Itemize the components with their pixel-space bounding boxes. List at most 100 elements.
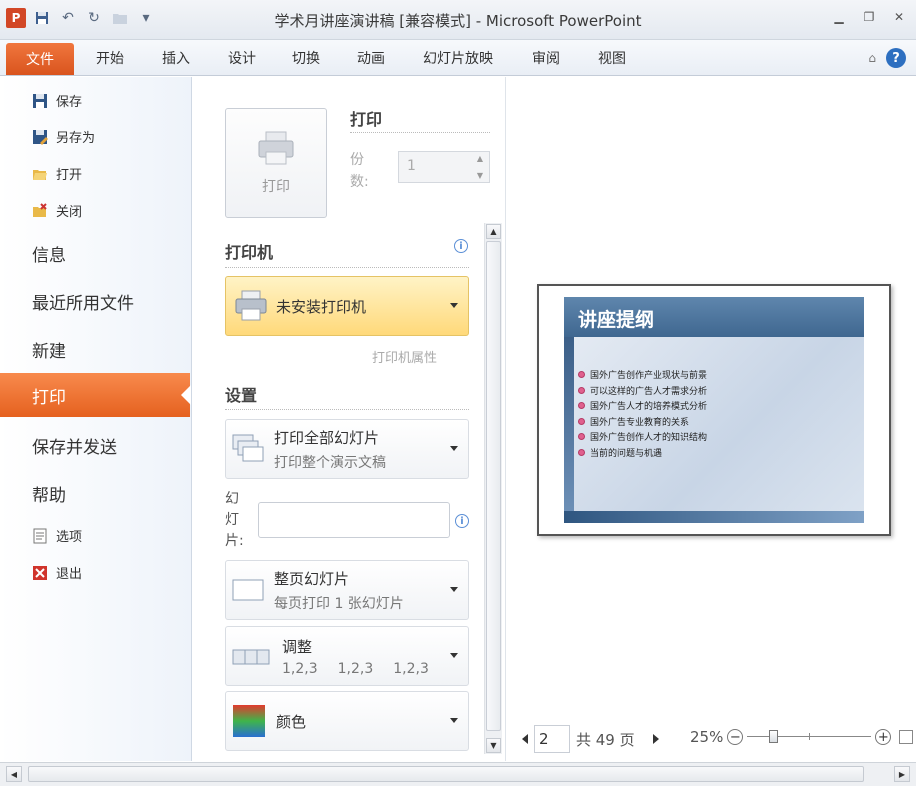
- scroll-down-icon[interactable]: ▼: [486, 738, 501, 753]
- scroll-up-icon[interactable]: ▲: [486, 224, 501, 239]
- previous-page-icon[interactable]: [522, 734, 528, 744]
- slides-input[interactable]: [258, 502, 450, 538]
- tab-slideshow[interactable]: 幻灯片放映: [423, 48, 493, 68]
- next-page-icon[interactable]: [652, 734, 659, 744]
- total-pages: 共 49 页: [576, 730, 635, 749]
- printer-dropdown[interactable]: 未安装打印机: [225, 276, 469, 336]
- copies-arrows[interactable]: ▲ ▼: [473, 154, 487, 180]
- layout-dropdown[interactable]: 整页幻灯片 每页打印 1 张幻灯片: [225, 560, 469, 620]
- stepper-up-icon[interactable]: ▲: [477, 154, 483, 163]
- layout-desc: 每页打印 1 张幻灯片: [274, 595, 404, 612]
- close-icon[interactable]: ✕: [890, 8, 908, 26]
- info-icon[interactable]: i: [454, 239, 468, 253]
- slide-preview-page: 讲座提纲 国外广告创作产业现状与前景 可以这样的广告人才需求分析 国外广告人才的…: [537, 284, 891, 536]
- scrollbar-thumb[interactable]: [28, 766, 864, 782]
- dropdown-arrow-icon: [450, 653, 458, 658]
- nav-print[interactable]: 打印: [0, 373, 191, 417]
- divider: [225, 409, 469, 410]
- nav-help[interactable]: 帮助: [32, 481, 66, 506]
- print-range-dropdown[interactable]: 打印全部幻灯片 打印整个演示文稿: [225, 419, 469, 479]
- minimize-ribbon-icon[interactable]: ⌂: [868, 51, 876, 65]
- nav-options-label: 选项: [56, 530, 83, 545]
- info-icon[interactable]: i: [455, 514, 469, 528]
- nav-exit[interactable]: 退出: [32, 563, 82, 582]
- ribbon-tabs: 文件 开始 插入 设计 切换 动画 幻灯片放映 审阅 视图 ⌂ ?: [0, 40, 916, 76]
- tab-transitions[interactable]: 切换: [292, 48, 320, 68]
- bullet-icon: [578, 402, 585, 410]
- nav-info[interactable]: 信息: [32, 241, 66, 266]
- tab-animations[interactable]: 动画: [357, 48, 385, 68]
- stepper-down-icon[interactable]: ▼: [477, 171, 483, 180]
- printer-icon: [235, 290, 267, 321]
- color-dropdown[interactable]: 颜色: [225, 691, 469, 751]
- zoom-knob[interactable]: [769, 730, 779, 743]
- nav-new[interactable]: 新建: [32, 337, 66, 362]
- slide-bullet: 国外广告创作人才的知识结构: [578, 429, 707, 445]
- zoom-slider[interactable]: [747, 729, 872, 745]
- slide-bullet: 国外广告人才的培养模式分析: [578, 398, 707, 414]
- scroll-right-icon[interactable]: ▶: [894, 766, 910, 782]
- tab-insert[interactable]: 插入: [162, 48, 190, 68]
- nav-save-send[interactable]: 保存并发送: [32, 433, 117, 458]
- tab-view[interactable]: 视图: [598, 48, 626, 68]
- copies-stepper[interactable]: 1 ▲ ▼: [398, 151, 490, 183]
- nav-close[interactable]: 关闭: [32, 201, 82, 220]
- nav-save[interactable]: 保存: [32, 91, 82, 110]
- slide-bullet-text: 可以这样的广告人才需求分析: [590, 386, 708, 397]
- folder-close-icon: [33, 202, 47, 217]
- slide-preview: 讲座提纲 国外广告创作产业现状与前景 可以这样的广告人才需求分析 国外广告人才的…: [564, 297, 864, 523]
- collate-sequence: 1,2,3 1,2,3 1,2,3: [282, 661, 429, 677]
- nav-options[interactable]: 选项: [32, 526, 82, 545]
- backstage-nav: 保存 另存为 打开 关闭 信息 最近所用文件 新建 打印 保存并发送 帮助 选项…: [0, 77, 192, 761]
- nav-save-label: 保存: [56, 95, 83, 110]
- slide-bullet: 国外广告专业教育的关系: [578, 414, 707, 430]
- tab-design[interactable]: 设计: [228, 48, 256, 68]
- slide-bullet-text: 国外广告创作人才的知识结构: [590, 433, 708, 444]
- nav-open[interactable]: 打开: [32, 164, 82, 183]
- settings-scrollbar[interactable]: ▲ ▼: [484, 223, 502, 754]
- collate-dropdown[interactable]: 调整 1,2,3 1,2,3 1,2,3: [225, 626, 469, 686]
- slide-bullet: 可以这样的广告人才需求分析: [578, 383, 707, 399]
- collate-seq-item: 1,2,3: [393, 660, 429, 677]
- slide-decoration: [564, 337, 574, 523]
- zoom-in-icon[interactable]: +: [875, 729, 892, 745]
- window-controls: ▁ ❐ ✕: [830, 8, 908, 26]
- nav-save-send-label: 保存并发送: [32, 438, 117, 458]
- nav-save-as-label: 另存为: [56, 131, 96, 146]
- bullet-icon: [578, 448, 585, 456]
- print-settings-pane: 打印 打印 份数: 1 ▲ ▼ 打印机 i 未安装打印机 打印机属性 设置 打印全…: [192, 77, 506, 761]
- save-icon: [33, 93, 47, 108]
- print-button[interactable]: 打印: [225, 108, 327, 218]
- nav-open-label: 打开: [56, 168, 83, 183]
- restore-icon[interactable]: ❐: [860, 8, 878, 26]
- full-page-slide-icon: [232, 579, 264, 601]
- dropdown-arrow-icon: [450, 587, 458, 592]
- layout-title: 整页幻灯片: [274, 569, 350, 588]
- zoom-to-page-icon[interactable]: [899, 730, 914, 744]
- tab-home[interactable]: 开始: [96, 48, 124, 68]
- options-icon: [33, 528, 47, 543]
- horizontal-scrollbar[interactable]: ◀ ▶: [0, 762, 916, 786]
- divider: [225, 267, 469, 268]
- print-section-title: 打印: [350, 110, 383, 129]
- help-icon[interactable]: ?: [886, 48, 906, 68]
- collate-title: 调整: [282, 637, 313, 656]
- folder-open-icon: [33, 169, 47, 180]
- nav-recent[interactable]: 最近所用文件: [32, 289, 134, 314]
- tab-review[interactable]: 审阅: [532, 48, 560, 68]
- scrollbar-thumb[interactable]: [486, 241, 501, 731]
- nav-help-label: 帮助: [32, 486, 66, 506]
- tab-file[interactable]: 文件: [6, 43, 74, 75]
- slides-label: 幻灯片:: [225, 491, 244, 549]
- zoom-out-icon[interactable]: −: [727, 729, 744, 745]
- scroll-left-icon[interactable]: ◀: [6, 766, 22, 782]
- title-bar: P ↶ ↻ ▾ 学术月讲座演讲稿 [兼容模式] - Microsoft Powe…: [0, 0, 916, 40]
- printer-properties-link[interactable]: 打印机属性: [372, 347, 437, 366]
- zoom-level[interactable]: 25%: [690, 728, 723, 746]
- slide-bullet-text: 国外广告专业教育的关系: [590, 417, 690, 428]
- nav-save-as[interactable]: 另存为: [32, 127, 95, 146]
- dropdown-arrow-icon: [450, 303, 458, 308]
- print-preview-pane: 讲座提纲 国外广告创作产业现状与前景 可以这样的广告人才需求分析 国外广告人才的…: [506, 77, 916, 761]
- minimize-icon[interactable]: ▁: [830, 8, 848, 26]
- page-number-input[interactable]: 2: [534, 725, 570, 753]
